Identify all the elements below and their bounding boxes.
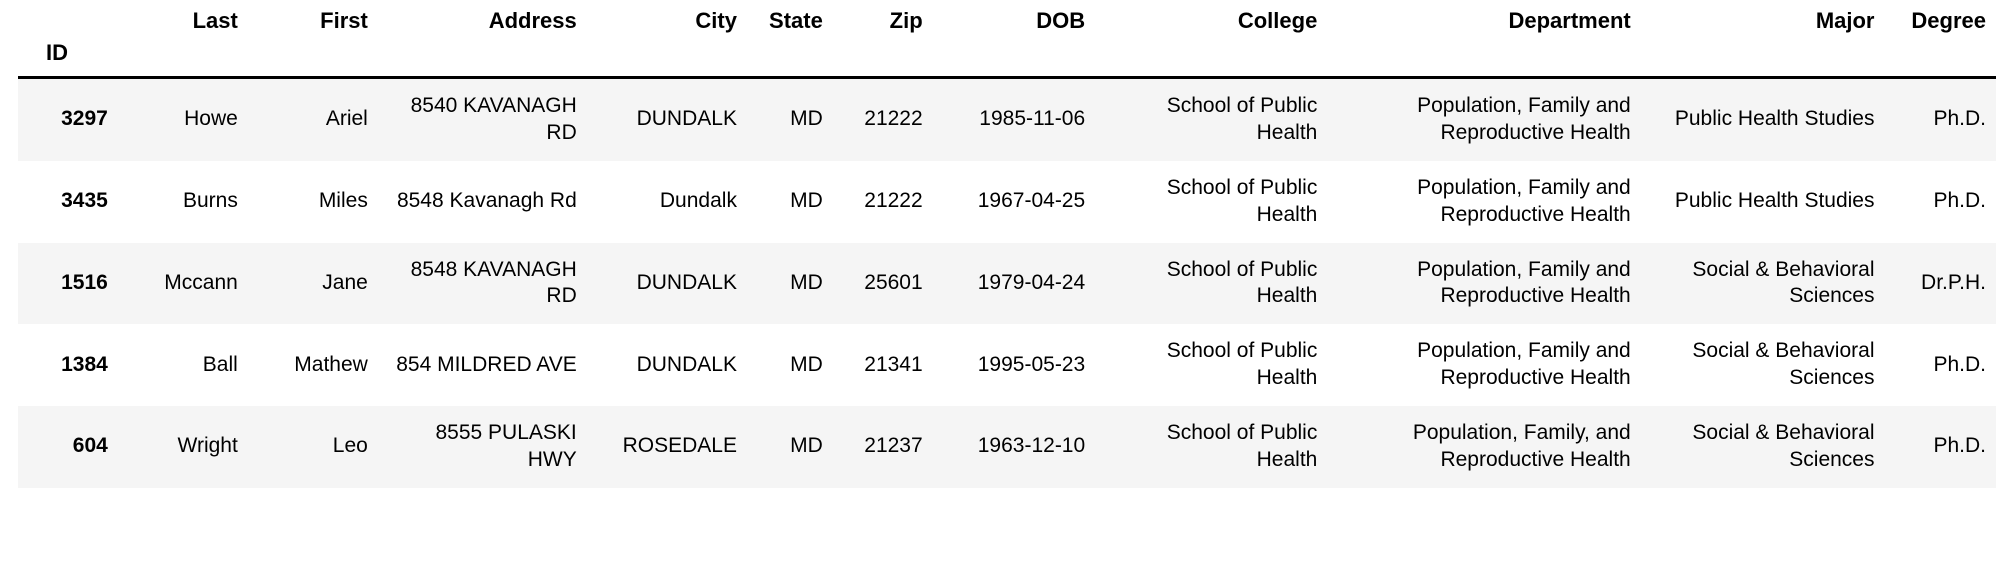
dataframe-container: Last First Address City State Zip DOB Co… bbox=[0, 0, 2014, 488]
column-header-city[interactable]: City bbox=[587, 0, 747, 40]
column-header-zip[interactable]: Zip bbox=[833, 0, 933, 40]
cell-degree: Ph.D. bbox=[1884, 160, 1996, 243]
cell-college: School of Public Health bbox=[1095, 406, 1328, 488]
cell-college: School of Public Health bbox=[1095, 242, 1328, 325]
cell-degree: Ph.D. bbox=[1884, 406, 1996, 488]
column-header-department[interactable]: Department bbox=[1327, 0, 1640, 40]
index-row-spacer-dob bbox=[932, 40, 1096, 79]
cell-id: 604 bbox=[18, 406, 118, 488]
cell-first: Leo bbox=[247, 406, 378, 488]
column-header-college[interactable]: College bbox=[1095, 0, 1327, 40]
index-row-spacer-department bbox=[1327, 40, 1641, 79]
cell-address: 8548 Kavanagh Rd bbox=[377, 160, 587, 243]
cell-last: Mccann bbox=[117, 242, 248, 325]
cell-degree: Ph.D. bbox=[1884, 324, 1996, 406]
cell-zip: 21341 bbox=[832, 324, 933, 406]
index-row-spacer-city bbox=[586, 40, 747, 79]
column-header-degree[interactable]: Degree bbox=[1885, 0, 1997, 40]
index-row-spacer-first bbox=[247, 40, 378, 79]
cell-major: Social & Behavioral Sciences bbox=[1640, 324, 1885, 406]
table-body: 3297 Howe Ariel 8540 KAVANAGH RD DUNDALK… bbox=[18, 77, 1996, 488]
cell-first: Ariel bbox=[247, 77, 378, 161]
cell-address: 8540 KAVANAGH RD bbox=[377, 77, 587, 161]
cell-degree: Ph.D. bbox=[1884, 77, 1996, 161]
cell-last: Ball bbox=[117, 324, 248, 406]
index-header-id: ID bbox=[18, 40, 118, 79]
cell-zip: 21222 bbox=[832, 160, 933, 243]
cell-state: MD bbox=[746, 77, 833, 161]
cell-state: MD bbox=[746, 406, 833, 488]
cell-dob: 1967-04-25 bbox=[932, 160, 1096, 243]
table-row[interactable]: 1384 Ball Mathew 854 MILDRED AVE DUNDALK… bbox=[18, 324, 1996, 406]
index-row-spacer-major bbox=[1640, 40, 1885, 79]
index-name-row: ID bbox=[18, 40, 1996, 79]
column-header-index-blank bbox=[18, 0, 118, 40]
cell-id: 3435 bbox=[18, 160, 118, 243]
index-row-spacer-last bbox=[117, 40, 248, 79]
column-header-address[interactable]: Address bbox=[378, 0, 587, 40]
cell-zip: 21237 bbox=[832, 406, 933, 488]
cell-state: MD bbox=[746, 160, 833, 243]
cell-first: Mathew bbox=[247, 324, 378, 406]
table-row[interactable]: 3297 Howe Ariel 8540 KAVANAGH RD DUNDALK… bbox=[18, 77, 1996, 161]
cell-department: Population, Family and Reproductive Heal… bbox=[1327, 77, 1641, 161]
cell-department: Population, Family and Reproductive Heal… bbox=[1327, 242, 1641, 325]
cell-address: 8548 KAVANAGH RD bbox=[377, 242, 587, 325]
cell-first: Miles bbox=[247, 160, 378, 243]
cell-city: ROSEDALE bbox=[586, 406, 747, 488]
column-header-last[interactable]: Last bbox=[118, 0, 248, 40]
column-header-first[interactable]: First bbox=[248, 0, 378, 40]
cell-first: Jane bbox=[247, 242, 378, 325]
column-header-state[interactable]: State bbox=[747, 0, 833, 40]
cell-id: 1516 bbox=[18, 242, 118, 325]
cell-dob: 1995-05-23 bbox=[932, 324, 1096, 406]
cell-major: Public Health Studies bbox=[1640, 160, 1885, 243]
index-row-spacer-college bbox=[1095, 40, 1328, 79]
index-row-spacer-address bbox=[377, 40, 587, 79]
column-header-dob[interactable]: DOB bbox=[933, 0, 1096, 40]
cell-dob: 1963-12-10 bbox=[932, 406, 1096, 488]
cell-major: Public Health Studies bbox=[1640, 77, 1885, 161]
table-row[interactable]: 1516 Mccann Jane 8548 KAVANAGH RD DUNDAL… bbox=[18, 242, 1996, 325]
cell-zip: 25601 bbox=[832, 242, 933, 325]
index-row-spacer-state bbox=[746, 40, 833, 79]
cell-degree: Dr.P.H. bbox=[1884, 242, 1996, 325]
cell-department: Population, Family, and Reproductive Hea… bbox=[1327, 406, 1641, 488]
cell-last: Howe bbox=[117, 77, 248, 161]
cell-id: 1384 bbox=[18, 324, 118, 406]
cell-zip: 21222 bbox=[832, 77, 933, 161]
cell-state: MD bbox=[746, 242, 833, 325]
cell-state: MD bbox=[746, 324, 833, 406]
cell-address: 8555 PULASKI HWY bbox=[377, 406, 587, 488]
cell-college: School of Public Health bbox=[1095, 324, 1328, 406]
cell-dob: 1979-04-24 bbox=[932, 242, 1096, 325]
cell-city: DUNDALK bbox=[586, 324, 747, 406]
cell-last: Wright bbox=[117, 406, 248, 488]
table-row[interactable]: 3435 Burns Miles 8548 Kavanagh Rd Dundal… bbox=[18, 160, 1996, 243]
cell-city: DUNDALK bbox=[586, 242, 747, 325]
index-row-spacer-degree bbox=[1884, 40, 1996, 79]
records-table: Last First Address City State Zip DOB Co… bbox=[18, 0, 1996, 488]
index-row-spacer-zip bbox=[832, 40, 933, 79]
cell-id: 3297 bbox=[18, 77, 118, 161]
cell-department: Population, Family and Reproductive Heal… bbox=[1327, 324, 1641, 406]
table-header: Last First Address City State Zip DOB Co… bbox=[18, 0, 1996, 79]
cell-college: School of Public Health bbox=[1095, 77, 1328, 161]
cell-college: School of Public Health bbox=[1095, 160, 1328, 243]
cell-department: Population, Family and Reproductive Heal… bbox=[1327, 160, 1641, 243]
cell-dob: 1985-11-06 bbox=[932, 77, 1096, 161]
cell-address: 854 MILDRED AVE bbox=[377, 324, 587, 406]
column-header-major[interactable]: Major bbox=[1641, 0, 1885, 40]
table-row[interactable]: 604 Wright Leo 8555 PULASKI HWY ROSEDALE… bbox=[18, 406, 1996, 488]
cell-major: Social & Behavioral Sciences bbox=[1640, 406, 1885, 488]
cell-major: Social & Behavioral Sciences bbox=[1640, 242, 1885, 325]
cell-city: Dundalk bbox=[586, 160, 747, 243]
cell-city: DUNDALK bbox=[586, 77, 747, 161]
column-header-row: Last First Address City State Zip DOB Co… bbox=[18, 0, 1996, 40]
cell-last: Burns bbox=[117, 160, 248, 243]
